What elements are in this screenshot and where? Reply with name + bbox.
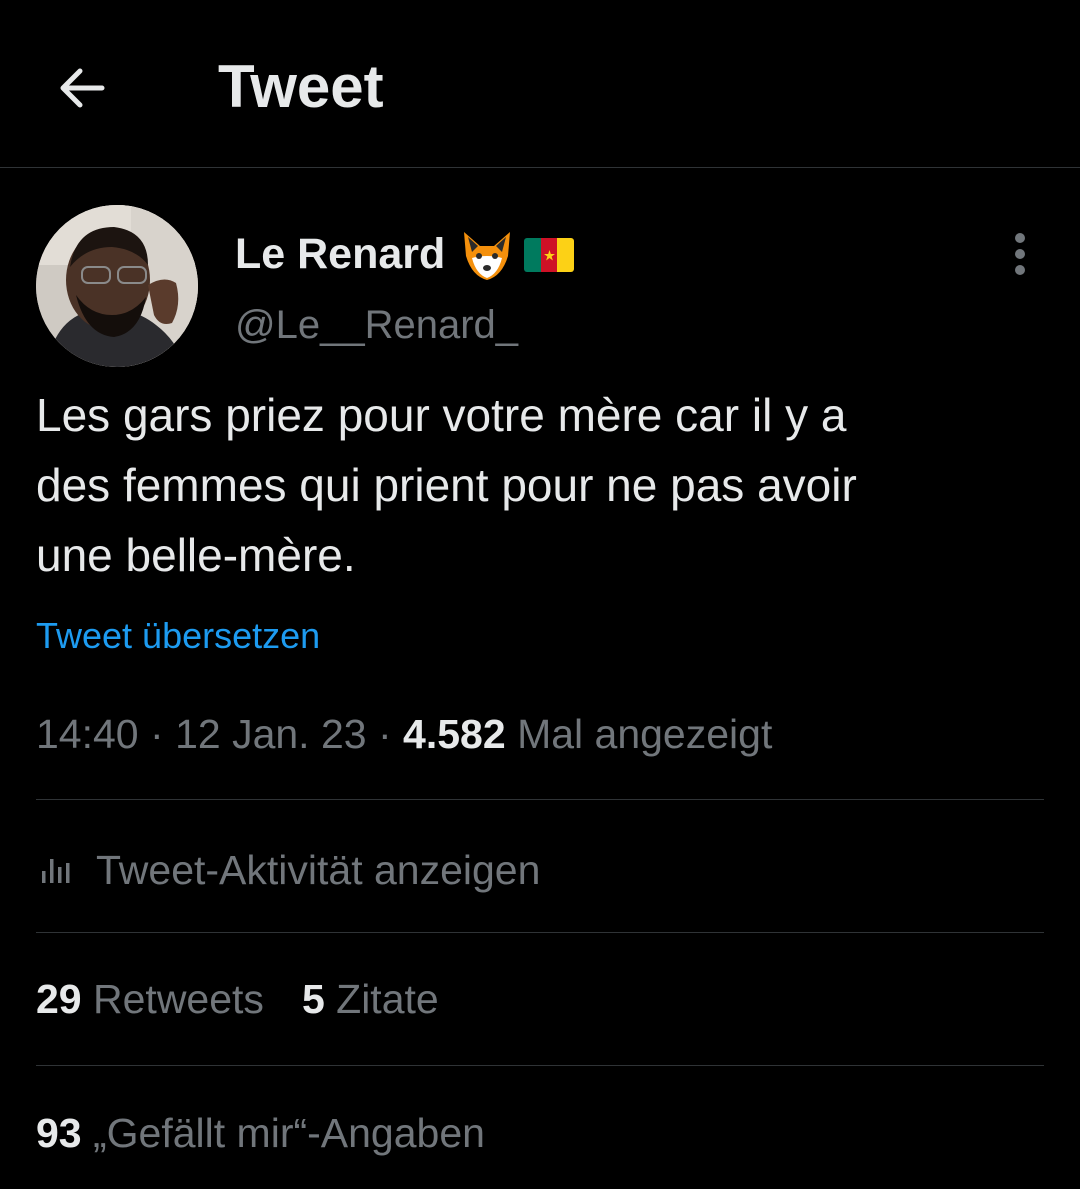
author-display-name[interactable]: Le Renard (235, 230, 445, 279)
profile-photo (36, 205, 198, 367)
tweet-text: Les gars priez pour votre mère car il y … (36, 380, 1046, 590)
likes-stat[interactable]: 93 „Gefällt mir“-Angaben (36, 1110, 485, 1157)
tweet-text-line: une belle-mère. (36, 529, 356, 581)
quotes-stat[interactable]: 5 Zitate (302, 976, 439, 1023)
tweet-activity-button[interactable]: Tweet-Aktivität anzeigen (36, 842, 540, 898)
more-options-button[interactable] (1000, 226, 1040, 286)
meta-separator: · (150, 711, 164, 757)
retweets-label: Retweets (93, 976, 264, 1022)
tweet-meta: 14:40 · 12 Jan. 23 · 4.582 Mal angezeigt (36, 711, 772, 758)
divider (36, 1065, 1044, 1066)
tweet-text-line: des femmes qui prient pour ne pas avoir (36, 459, 857, 511)
likes-label: „Gefällt mir“-Angaben (93, 1110, 485, 1156)
arrow-left-icon (60, 68, 105, 108)
meta-separator: · (377, 711, 392, 757)
tweet-time[interactable]: 14:40 (36, 711, 139, 757)
tweet-stats: 29 Retweets 5 Zitate (36, 976, 439, 1023)
views-label: Mal angezeigt (517, 711, 773, 757)
quotes-count: 5 (301, 976, 325, 1022)
avatar[interactable] (36, 205, 198, 367)
tweet-activity-label: Tweet-Aktivität anzeigen (96, 846, 541, 893)
quotes-label: Zitate (336, 976, 439, 1022)
retweets-count: 29 (36, 976, 82, 1022)
divider (36, 799, 1044, 800)
more-vertical-icon (1015, 233, 1025, 275)
back-button[interactable] (52, 56, 116, 120)
likes-count: 93 (36, 1110, 82, 1156)
translate-tweet-link[interactable]: Tweet übersetzen (36, 615, 320, 657)
divider (36, 932, 1044, 933)
tweet-text-line: Les gars priez pour votre mère car il y … (36, 389, 847, 441)
tweet-date[interactable]: 12 Jan. 23 (175, 711, 367, 757)
fox-face-icon (458, 228, 516, 284)
views-count: 4.582 (403, 711, 506, 757)
page-title: Tweet (218, 53, 384, 120)
top-bar: Tweet (0, 0, 1080, 168)
retweets-stat[interactable]: 29 Retweets (36, 976, 264, 1023)
bar-chart-icon (42, 859, 70, 883)
author-handle[interactable]: @Le__Renard_ (235, 303, 518, 348)
cameroon-flag-icon (524, 238, 574, 272)
